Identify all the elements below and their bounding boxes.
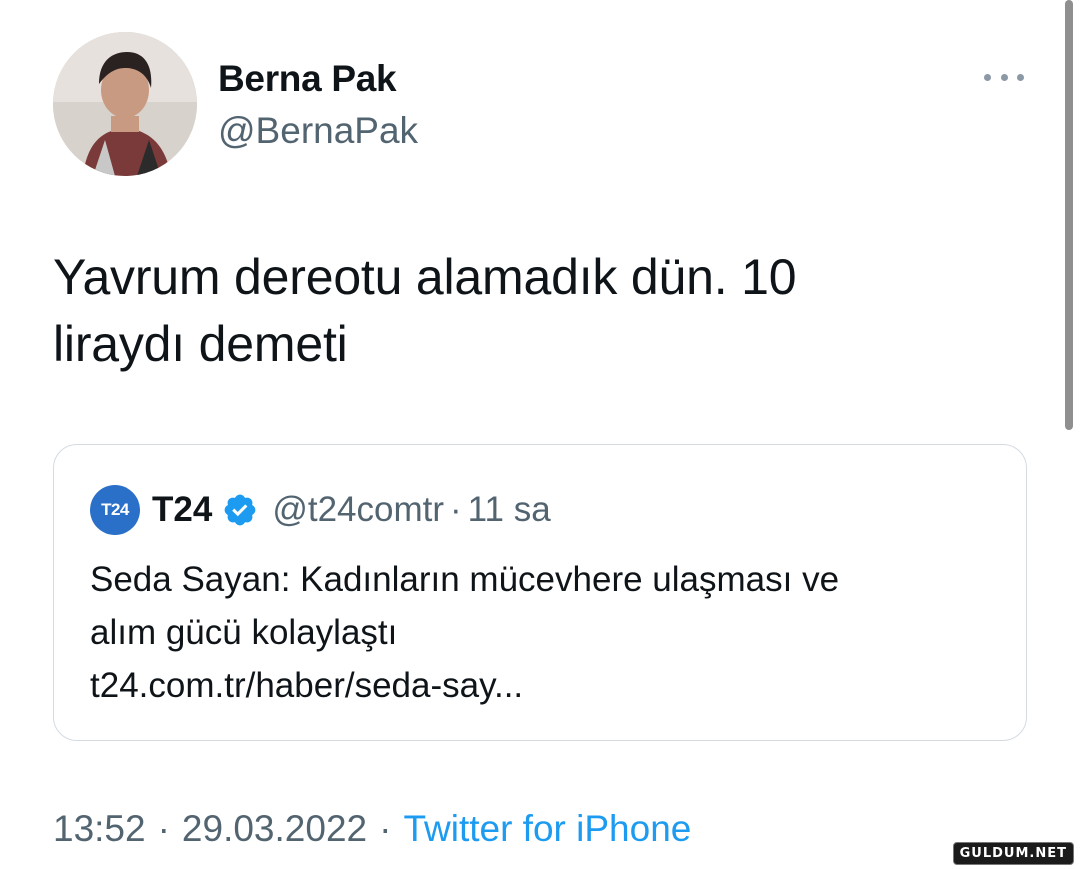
tweet-source-link[interactable]: Twitter for iPhone: [403, 808, 691, 849]
quoted-tweet-card[interactable]: T24 T24 @t24comtr · 11 sa Seda Sayan: Ka…: [53, 444, 1027, 741]
separator-dot: ·: [450, 490, 462, 529]
quoted-author-name[interactable]: T24: [152, 490, 212, 530]
quoted-link[interactable]: t24.com.tr/haber/seda-say...: [90, 659, 990, 712]
quoted-text-line: alım gücü kolaylaştı: [90, 613, 398, 652]
quoted-tweet-text: Seda Sayan: Kadınların mücevhere ulaşmas…: [90, 553, 990, 712]
separator-dot: ·: [379, 808, 392, 849]
more-dot-icon: [984, 73, 991, 81]
tweet-page: Berna Pak @BernaPak Yavrum dereotu alama…: [0, 0, 1080, 869]
more-options-button[interactable]: [984, 66, 1024, 88]
verified-badge-icon: [224, 494, 256, 526]
author-handle[interactable]: @BernaPak: [218, 110, 418, 152]
quoted-tweet-header: T24 T24 @t24comtr · 11 sa: [90, 485, 551, 535]
more-dot-icon: [1000, 73, 1008, 81]
separator-dot: ·: [157, 808, 170, 849]
tweet-text: Yavrum dereotu alamadık dün. 10 liraydı …: [53, 244, 953, 378]
t24-logo-avatar[interactable]: T24: [90, 485, 140, 535]
quoted-tweet-time[interactable]: 11 sa: [468, 490, 551, 530]
quoted-text-line: Seda Sayan: Kadınların mücevhere ulaşmas…: [90, 560, 840, 599]
author-display-name[interactable]: Berna Pak: [218, 58, 397, 100]
avatar-photo: [53, 32, 197, 176]
tweet-date[interactable]: 29.03.2022: [182, 808, 367, 849]
tweet-text-line: Yavrum dereotu alamadık dün. 10: [53, 249, 797, 305]
more-dot-icon: [1017, 73, 1024, 81]
watermark-logo: GULDUM.NET: [952, 842, 1074, 865]
author-avatar[interactable]: [53, 32, 197, 176]
scrollbar-thumb[interactable]: [1065, 0, 1073, 430]
tweet-text-line: liraydı demeti: [53, 316, 348, 372]
tweet-time[interactable]: 13:52: [53, 808, 146, 849]
quoted-author-handle[interactable]: @t24comtr: [272, 490, 444, 530]
tweet-meta: 13:52 · 29.03.2022 · Twitter for iPhone: [53, 808, 691, 850]
